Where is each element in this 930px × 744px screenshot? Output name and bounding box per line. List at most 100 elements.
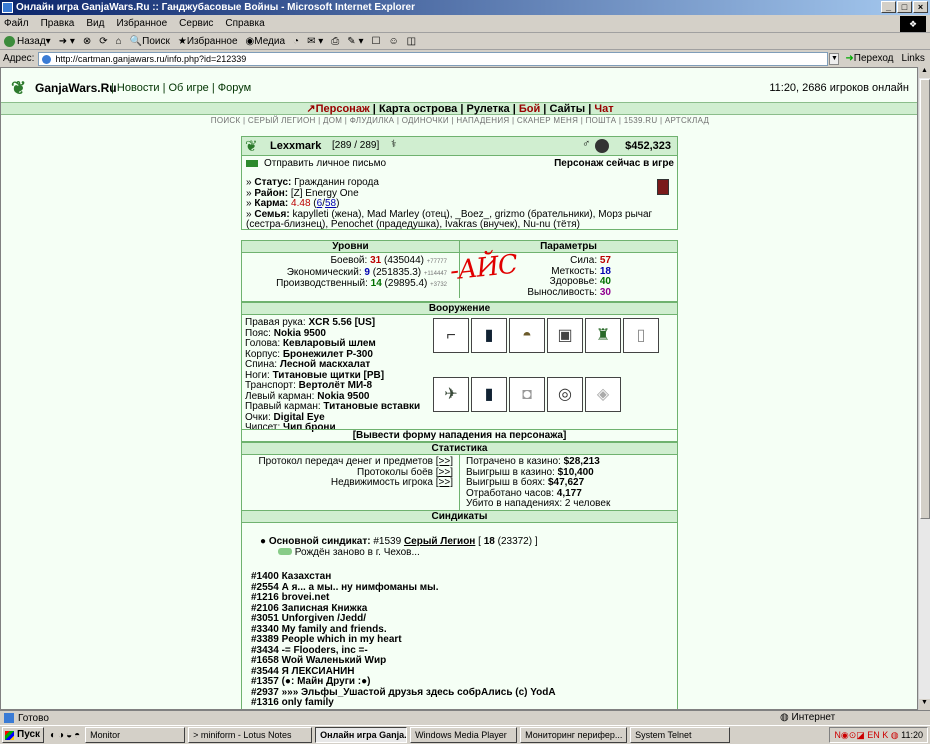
menu-favorites[interactable]: Избранное xyxy=(116,18,167,29)
armament-item-link[interactable]: Nokia 9500 xyxy=(274,328,326,339)
helicopter-icon[interactable]: ✈ xyxy=(433,376,469,412)
mail-icon[interactable]: ✉ ▾ xyxy=(307,36,323,47)
rifle-icon[interactable]: ⌐ xyxy=(433,318,469,353)
syndicate-item[interactable]: #3051 Unforgiven /Jedd/ xyxy=(251,613,556,625)
zone-label: ◍ Интернет xyxy=(780,712,836,723)
favorites-button[interactable]: ★ Избранное xyxy=(178,36,238,47)
realty-button[interactable]: [>>] xyxy=(436,477,453,488)
vest-icon[interactable]: ▣ xyxy=(547,318,583,353)
go-button[interactable]: ➜Переход xyxy=(845,53,893,64)
armament-item-link[interactable]: Вертолёт МИ-8 xyxy=(299,380,372,391)
karma-minus-link[interactable]: 58 xyxy=(325,198,336,209)
menu-sites[interactable]: Сайты xyxy=(549,103,585,115)
send-mail-link[interactable]: Отправить личное письмо xyxy=(264,158,386,169)
star-icon: ★ xyxy=(177,35,187,47)
nav-about[interactable]: Об игре xyxy=(169,82,209,94)
attack-form-link[interactable]: [Вывести форму нападения на персонажа] xyxy=(242,429,677,441)
armament-item-link[interactable]: Кевларовый шлем xyxy=(283,338,376,349)
close-button[interactable]: × xyxy=(913,1,928,13)
battle-log-button[interactable]: [>>] xyxy=(436,467,453,478)
stop-icon[interactable]: ⊗ xyxy=(83,36,91,47)
research-icon[interactable]: ◫ xyxy=(407,36,416,47)
back-button[interactable]: Назад ▾ xyxy=(4,35,51,47)
menu-fight[interactable]: Бой xyxy=(519,103,540,115)
main-syndicate-link[interactable]: Серый Легион xyxy=(404,536,475,547)
phone-2-icon[interactable]: ▮ xyxy=(471,376,507,412)
maximize-button[interactable]: □ xyxy=(897,1,912,13)
menu-map[interactable]: Карта острова xyxy=(379,103,457,115)
phone-icon[interactable]: ▮ xyxy=(471,318,507,353)
task-telnet[interactable]: System Telnet xyxy=(630,727,731,743)
print-icon[interactable]: ⎙ xyxy=(331,36,339,47)
helmet-icon[interactable]: ◓ xyxy=(509,318,545,353)
windows-logo-icon: ❖ xyxy=(900,16,926,32)
camo-suit-icon[interactable]: ♜ xyxy=(585,318,621,353)
system-tray: N◉⊙◪ EN K ◍ 11:20 xyxy=(829,727,928,743)
task-peripheral[interactable]: Мониторинг перифер... xyxy=(520,727,628,743)
menu-view[interactable]: Вид xyxy=(86,18,104,29)
discuss-icon[interactable]: ☐ xyxy=(371,36,380,47)
status-text: Готово xyxy=(18,712,49,724)
chip-icon[interactable]: ◈ xyxy=(585,376,621,412)
syndicate-item[interactable]: #3389 People which in my heart xyxy=(251,634,556,646)
armament-item-link[interactable]: Лесной маскхалат xyxy=(280,359,370,370)
refresh-icon[interactable]: ⟳ xyxy=(99,36,107,47)
menu-chat[interactable]: Чат xyxy=(594,103,613,115)
district-value[interactable]: [Z] Energy One xyxy=(291,188,359,199)
menu-tools[interactable]: Сервис xyxy=(179,18,213,29)
leaf-icon: ❦ xyxy=(11,78,27,98)
menu-edit[interactable]: Правка xyxy=(41,18,75,29)
syndicate-item[interactable]: #1400 Казахстан xyxy=(251,571,556,583)
syndicates-box: Синдикаты ● Основной синдикат: #1539 Сер… xyxy=(241,510,678,709)
nav-news[interactable]: Новости xyxy=(117,82,160,94)
syndicate-item[interactable]: #1316 only family xyxy=(251,697,556,709)
armament-list: Правая рука: XCR 5.56 [US] Пояс: Nokia 95… xyxy=(242,315,432,434)
syndicate-item[interactable]: #1658 Woй Waленький Wир xyxy=(251,655,556,667)
menu-file[interactable]: Файл xyxy=(4,18,29,29)
media-button[interactable]: ◉ Медиа xyxy=(246,36,286,47)
nav-forum[interactable]: Форум xyxy=(218,82,251,94)
karma-value: 4.48 xyxy=(291,198,311,209)
address-input[interactable]: http://cartman.ganjawars.ru/info.php?id=… xyxy=(38,51,829,66)
armament-item-link[interactable]: XCR 5.56 [US] xyxy=(308,317,375,328)
home-icon[interactable]: ⌂ xyxy=(116,36,122,47)
leg-guards-icon[interactable]: ▯ xyxy=(623,318,659,353)
menu-help[interactable]: Справка xyxy=(225,18,264,29)
syndicate-item[interactable]: #1357 (●: Майн Други :●) xyxy=(251,676,556,688)
armament-item-link[interactable]: Digital Eye xyxy=(274,412,325,423)
links-label[interactable]: Links xyxy=(902,53,925,64)
goggles-icon[interactable]: ◎ xyxy=(547,376,583,412)
messenger-icon[interactable]: ☺ xyxy=(388,36,398,47)
minimize-button[interactable]: _ xyxy=(881,1,896,13)
menu-roulette[interactable]: Рулетка xyxy=(467,103,510,115)
levels-box: Уровни Боевой: 31 (435044) +77777 Эконом… xyxy=(241,240,678,302)
sub-menu[interactable]: ПОИСК | СЕРЫЙ ЛЕГИОН | ДОМ | ФЛУДИЛКА | … xyxy=(1,116,917,125)
karma-plus-link[interactable]: 6 xyxy=(317,198,323,209)
forward-button[interactable]: ➜ ▾ xyxy=(59,36,75,47)
history-icon[interactable]: ◔ xyxy=(293,36,299,47)
armament-item-link[interactable]: Титановые щитки [PB] xyxy=(273,370,384,381)
syndicate-item[interactable]: #1216 brovei.net xyxy=(251,592,556,604)
vertical-scrollbar[interactable]: ▲ ▼ xyxy=(918,67,930,710)
scroll-down-icon[interactable]: ▼ xyxy=(919,699,930,710)
task-wmp[interactable]: Windows Media Player xyxy=(410,727,518,743)
armament-item-link[interactable]: Титановые вставки xyxy=(323,401,420,412)
scroll-up-icon[interactable]: ▲ xyxy=(919,67,930,78)
transfer-log-button[interactable]: [>>] xyxy=(436,456,453,467)
edit-icon[interactable]: ✎ ▾ xyxy=(347,36,363,47)
task-monitor[interactable]: Monitor xyxy=(85,727,186,743)
address-dropdown-icon[interactable]: ▼ xyxy=(829,52,840,65)
armament-item-link[interactable]: Бронежилет Р-300 xyxy=(283,349,373,360)
task-lotus[interactable]: > miniform - Lotus Notes xyxy=(188,727,313,743)
task-ie[interactable]: Онлайн игра Ganja... xyxy=(315,727,408,743)
site-logo[interactable]: ❦ GanjaWars.Ru xyxy=(11,78,117,98)
scroll-thumb[interactable] xyxy=(920,79,930,519)
search-button[interactable]: 🔍 Поиск xyxy=(130,36,170,47)
start-button[interactable]: Пуск xyxy=(2,727,44,743)
armament-item-link[interactable]: Nokia 9500 xyxy=(317,391,369,402)
level-production: Производственный: 14 (29895.4) +3732 xyxy=(276,278,447,289)
menu-character[interactable]: Персонаж xyxy=(316,103,370,115)
inserts-icon[interactable]: ◘ xyxy=(509,376,545,412)
status-bar: Готово ◍ Интернет xyxy=(0,710,930,725)
reborn-icon xyxy=(278,548,292,555)
